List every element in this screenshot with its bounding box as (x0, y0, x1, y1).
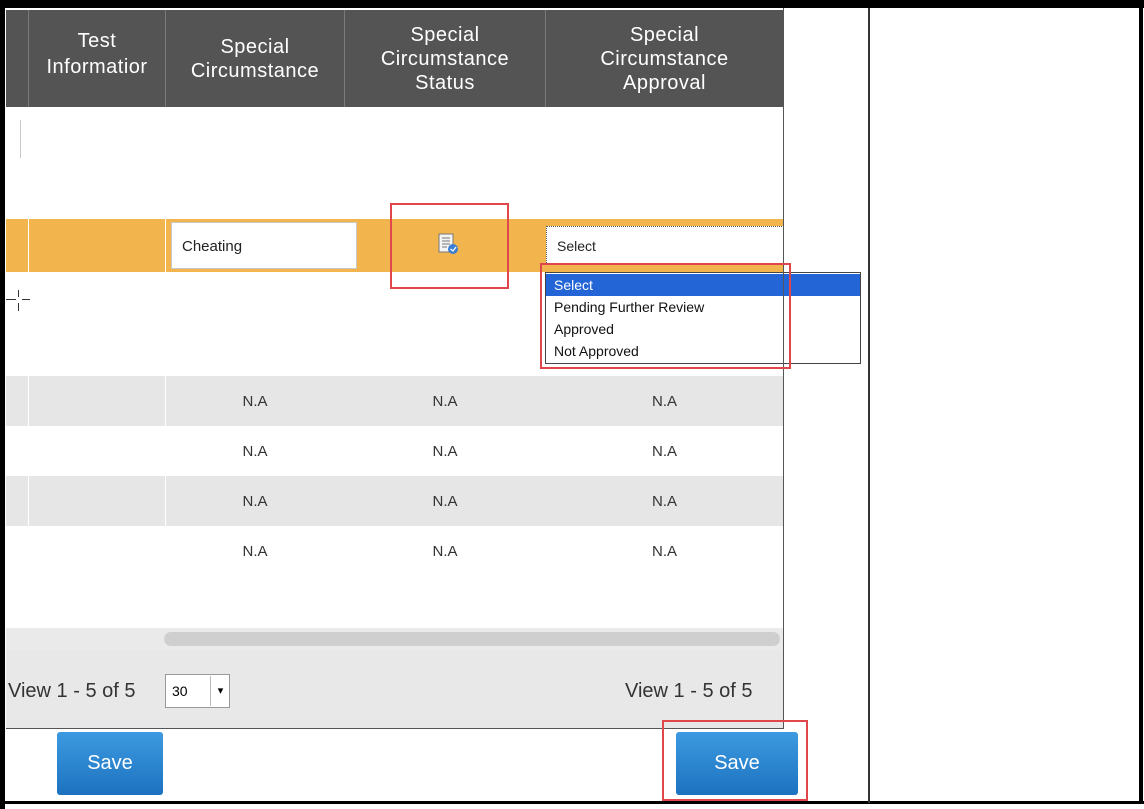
cell-status: N.A (432, 543, 458, 560)
panel-divider (868, 8, 870, 803)
pager-left-text: View 1 - 5 of 5 (8, 680, 136, 702)
header-test-information[interactable]: Test Informatior (29, 10, 165, 107)
cell-special-circumstance: N.A (242, 493, 268, 510)
annotation-box-approval-dropdown (540, 263, 791, 369)
window-top-border (0, 0, 1144, 8)
cell-approval: N.A (651, 393, 677, 410)
cell-separator (28, 376, 29, 426)
cell-special-circumstance: N.A (242, 543, 268, 560)
special-circumstance-field[interactable]: Cheating (171, 222, 357, 269)
annotation-box-save-button (662, 720, 808, 801)
cell-separator (28, 476, 29, 526)
approval-select[interactable]: Select (546, 226, 784, 265)
cell-status: N.A (432, 493, 458, 510)
page-size-value: 30 (172, 683, 188, 699)
cell-special-circumstance: N.A (242, 443, 268, 460)
cell-status: N.A (432, 443, 458, 460)
scrollbar-thumb[interactable] (164, 632, 780, 646)
annotation-box-status-icon (390, 203, 509, 289)
header-special-circumstance[interactable]: Special Circumstance (166, 10, 344, 107)
cell-approval: N.A (651, 443, 677, 460)
save-button-left[interactable]: Save (57, 732, 163, 795)
header-special-circumstance-status[interactable]: Special Circumstance Status (345, 10, 545, 107)
cell-separator (165, 219, 166, 272)
header-special-circumstance-approval[interactable]: Special Circumstance Approval (546, 10, 783, 107)
window-left-border (0, 0, 5, 809)
window-right-border (1139, 0, 1143, 804)
cell-special-circumstance: N.A (242, 393, 268, 410)
cell-approval: N.A (651, 493, 677, 510)
cell-approval: N.A (651, 543, 677, 560)
window-bottom-border (0, 801, 1144, 804)
header-cell-empty (6, 10, 28, 107)
cell-separator (28, 219, 29, 272)
row-marker (20, 120, 21, 158)
pager-right-text: View 1 - 5 of 5 (625, 680, 753, 702)
page-size-select[interactable]: 30 ▾ (165, 674, 230, 708)
cell-status: N.A (432, 393, 458, 410)
chevron-down-icon[interactable]: ▾ (210, 676, 230, 706)
